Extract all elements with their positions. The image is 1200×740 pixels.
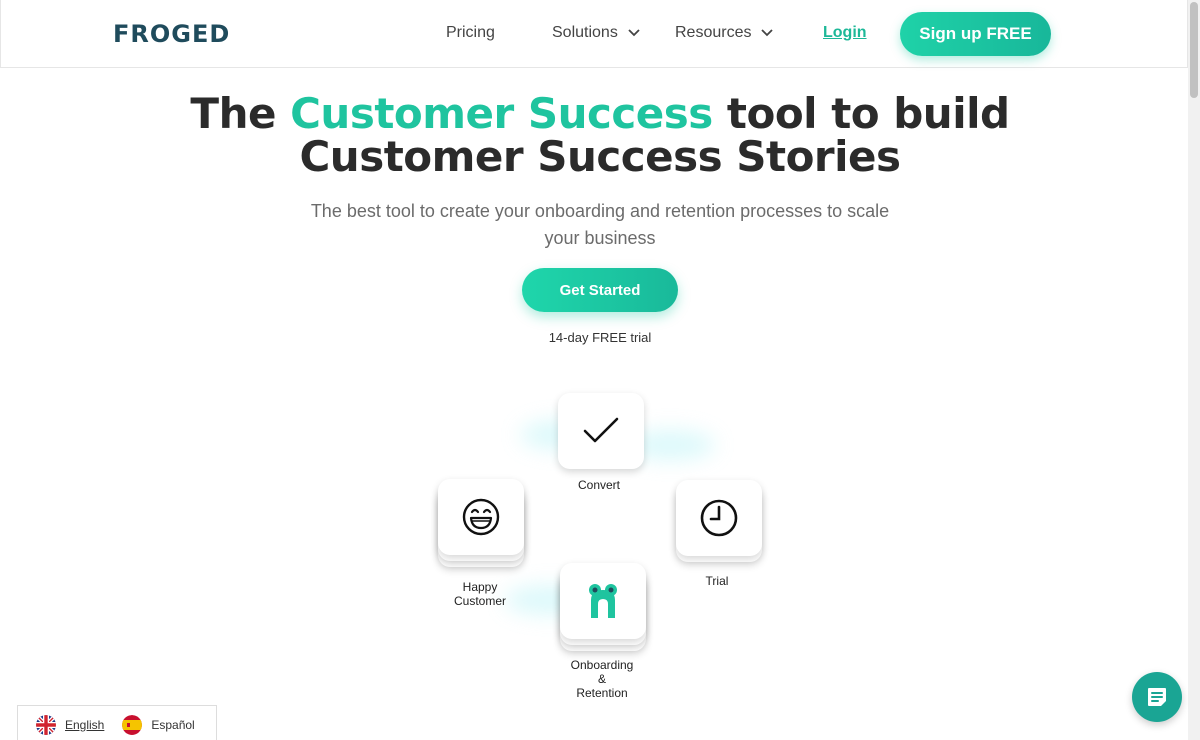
happy-customer-card — [438, 479, 524, 567]
trial-card-face — [676, 480, 762, 556]
nav-pricing[interactable]: Pricing — [446, 24, 495, 42]
chat-widget-button[interactable] — [1132, 672, 1182, 722]
language-english[interactable]: English — [36, 715, 104, 735]
happy-label-line2: Customer — [453, 594, 506, 608]
uk-flag-icon — [36, 715, 56, 735]
nav-solutions[interactable]: Solutions — [552, 24, 640, 42]
trial-note: 14-day FREE trial — [548, 330, 652, 345]
check-icon — [583, 417, 619, 443]
trial-card — [676, 480, 762, 566]
froged-logo[interactable]: FROGED — [113, 20, 230, 48]
hero-title-part1: The — [190, 89, 291, 138]
onboarding-label-line2: & — [597, 672, 606, 686]
spain-flag-icon — [122, 715, 143, 735]
logo-text: FROGED — [113, 20, 231, 48]
nav-solutions-label: Solutions — [552, 24, 618, 41]
language-spanish[interactable]: Español — [122, 715, 195, 735]
happy-label-line1: Happy — [462, 580, 498, 594]
login-link[interactable]: Login — [823, 24, 867, 42]
onboarding-label-line3: Retention — [576, 686, 628, 700]
language-selector: English Español — [17, 705, 217, 740]
hero-title-line2: Customer Success Stories — [299, 132, 901, 181]
grinning-face-icon — [462, 498, 500, 536]
happy-customer-label: Happy Customer — [420, 580, 540, 608]
trial-label: Trial — [705, 574, 729, 588]
language-spanish-label: Español — [151, 718, 195, 732]
get-started-button[interactable]: Get Started — [522, 268, 678, 312]
chevron-down-icon — [761, 29, 774, 37]
onboarding-label-line1: Onboarding — [570, 658, 634, 672]
convert-label: Convert — [577, 478, 621, 492]
chevron-down-icon — [628, 29, 640, 37]
nav-resources-label: Resources — [675, 24, 752, 41]
onboarding-label: Onboarding & Retention — [542, 658, 662, 700]
onboarding-card — [560, 563, 646, 651]
chat-icon — [1148, 688, 1166, 706]
hero-title-accent: Customer Success — [290, 89, 713, 138]
signup-button[interactable]: Sign up FREE — [900, 12, 1051, 56]
language-english-label: English — [65, 718, 105, 732]
convert-card-face — [558, 393, 644, 469]
clock-icon — [700, 499, 738, 537]
nav-resources[interactable]: Resources — [675, 24, 774, 42]
happy-card-face — [438, 479, 524, 555]
onboarding-card-face — [560, 563, 646, 639]
site-header: FROGED Pricing Solutions Resources Login… — [0, 0, 1188, 68]
scrollbar-thumb[interactable] — [1190, 2, 1198, 98]
nav-pricing-label: Pricing — [446, 24, 495, 41]
froged-frog-icon — [589, 584, 617, 618]
convert-card — [558, 393, 644, 479]
hero-subtitle: The best tool to create your onboarding … — [310, 201, 890, 248]
hero-title-part2: tool to build — [712, 89, 1010, 138]
hero-title: The Customer Success tool to build Custo… — [0, 92, 1200, 178]
